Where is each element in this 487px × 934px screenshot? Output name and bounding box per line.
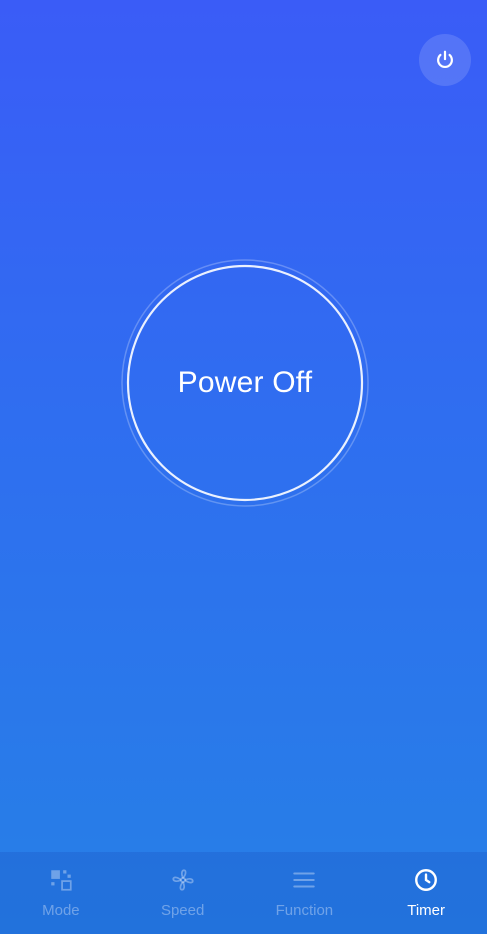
nav-label-mode: Mode [42, 902, 80, 919]
nav-label-speed: Speed [160, 902, 205, 919]
clock-icon [412, 866, 440, 894]
power-icon [434, 49, 456, 71]
bottom-navigation: Mode Speed Function Timer [0, 852, 487, 934]
nav-item-timer[interactable]: Timer [365, 852, 487, 934]
nav-label-function: Function [275, 902, 334, 919]
power-button[interactable] [419, 34, 471, 86]
nav-item-speed[interactable]: Speed [122, 852, 244, 934]
app-screen: Power Off Mode Speed Function Timer [0, 0, 487, 934]
power-status-ring[interactable]: Power Off [120, 258, 370, 508]
mode-icon [47, 866, 75, 894]
nav-item-function[interactable]: Function [244, 852, 366, 934]
nav-label-timer: Timer [407, 902, 446, 919]
nav-item-mode[interactable]: Mode [0, 852, 122, 934]
menu-icon [290, 866, 318, 894]
fan-icon [169, 866, 197, 894]
power-status-label: Power Off [177, 366, 313, 399]
